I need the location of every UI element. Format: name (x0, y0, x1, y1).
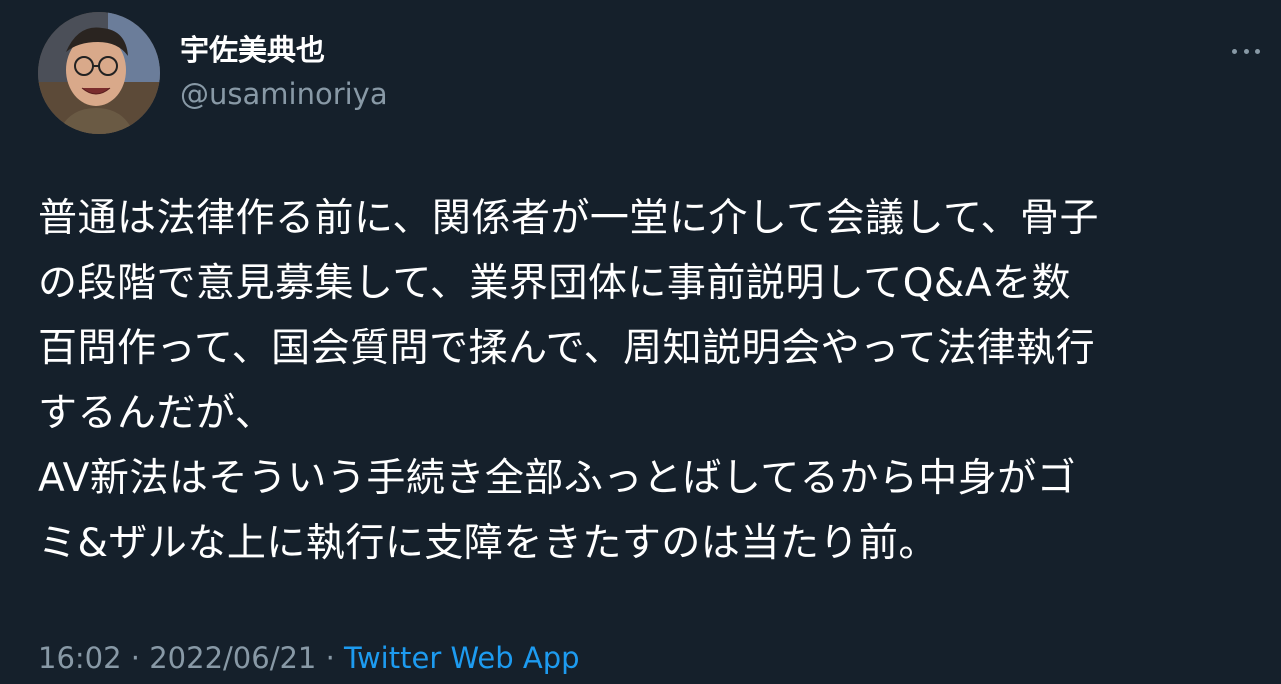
dot (1232, 48, 1237, 54)
meta-separator: · (316, 641, 345, 675)
avatar-photo (38, 12, 160, 134)
avatar[interactable] (38, 12, 160, 134)
tweet-text-line: 百問作って、国会質問で揉んで、周知説明会やって法律執行 (38, 326, 1096, 371)
tweet-date[interactable]: 2022/06/21 (149, 641, 316, 675)
user-handle[interactable]: @usaminoriya (180, 74, 388, 114)
tweet-text: 普通は法律作る前に、関係者が一堂に介して会議して、骨子 の段階で意見募集して、業… (38, 186, 1258, 576)
tweet-text-line: 普通は法律作る前に、関係者が一堂に介して会議して、骨子 (38, 196, 1100, 241)
display-name[interactable]: 宇佐美典也 (180, 30, 325, 70)
tweet-source-link[interactable]: Twitter Web App (344, 641, 580, 675)
more-horizontal-icon[interactable] (1228, 36, 1264, 66)
tweet-text-line: ミ&ザルな上に執行に支障をきたすのは当たり前。 (38, 521, 938, 566)
tweet-time[interactable]: 16:02 (38, 641, 122, 675)
dot (1255, 48, 1260, 54)
tweet-text-line: するんだが、 (38, 391, 275, 436)
dot (1243, 48, 1249, 54)
tweet-card: 宇佐美典也 @usaminoriya 普通は法律作る前に、関係者が一堂に介して会… (0, 0, 1281, 684)
meta-separator: · (121, 641, 150, 675)
tweet-text-line: AV新法はそういう手続き全部ふっとばしてるから中身がゴ (38, 456, 1077, 501)
tweet-text-line: の段階で意見募集して、業界団体に事前説明してQ&Aを数 (38, 261, 1071, 306)
tweet-meta: 16:02 · 2022/06/21 · Twitter Web App (38, 636, 580, 680)
